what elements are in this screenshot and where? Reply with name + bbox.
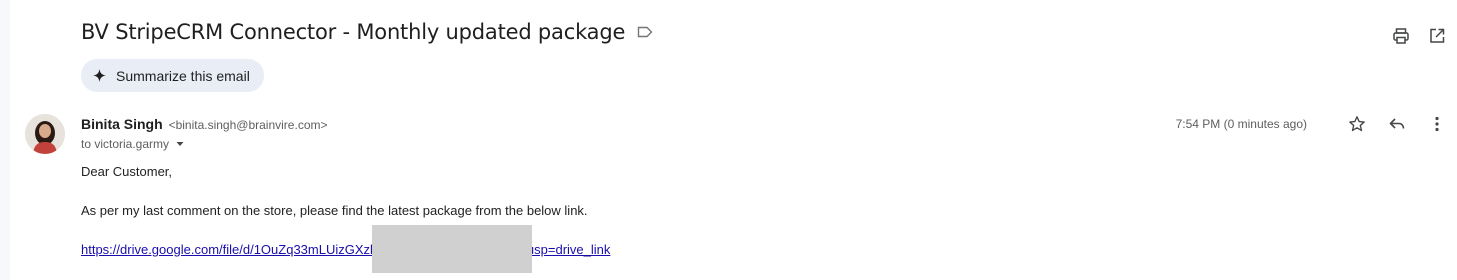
reply-icon[interactable]	[1387, 114, 1407, 134]
body-paragraph: As per my last comment on the store, ple…	[81, 203, 588, 218]
top-actions	[1391, 26, 1447, 46]
left-gutter	[0, 0, 10, 280]
avatar[interactable]	[25, 114, 65, 154]
more-vert-icon[interactable]	[1427, 114, 1447, 134]
label-icon[interactable]	[637, 24, 653, 40]
timestamp: 7:54 PM (0 minutes ago)	[1175, 117, 1307, 131]
open-in-new-window-icon[interactable]	[1427, 26, 1447, 46]
drive-link[interactable]: https://drive.google.com/file/d/1OuZq33m…	[81, 242, 373, 257]
sparkle-icon	[93, 69, 106, 82]
recipient-line: to victoria.garmy	[81, 137, 185, 151]
star-icon[interactable]	[1347, 114, 1367, 134]
message-meta: 7:54 PM (0 minutes ago)	[1176, 114, 1447, 134]
sender-name[interactable]: Binita Singh	[81, 116, 163, 132]
redaction-block	[372, 225, 532, 273]
subject-row: BV StripeCRM Connector - Monthly updated…	[81, 20, 653, 44]
summarize-email-button[interactable]: Summarize this email	[81, 59, 264, 92]
email-subject: BV StripeCRM Connector - Monthly updated…	[81, 20, 626, 44]
sender-email: <binita.singh@brainvire.com>	[168, 118, 328, 132]
sender-line: Binita Singh <binita.singh@brainvire.com…	[81, 116, 328, 132]
drive-link-suffix[interactable]: usp=drive_link	[527, 242, 610, 257]
print-icon[interactable]	[1391, 26, 1411, 46]
recipient-text: to victoria.garmy	[81, 137, 170, 151]
body-greeting: Dear Customer,	[81, 164, 173, 179]
caret-down-icon[interactable]	[175, 139, 185, 149]
summarize-label: Summarize this email	[116, 67, 250, 84]
